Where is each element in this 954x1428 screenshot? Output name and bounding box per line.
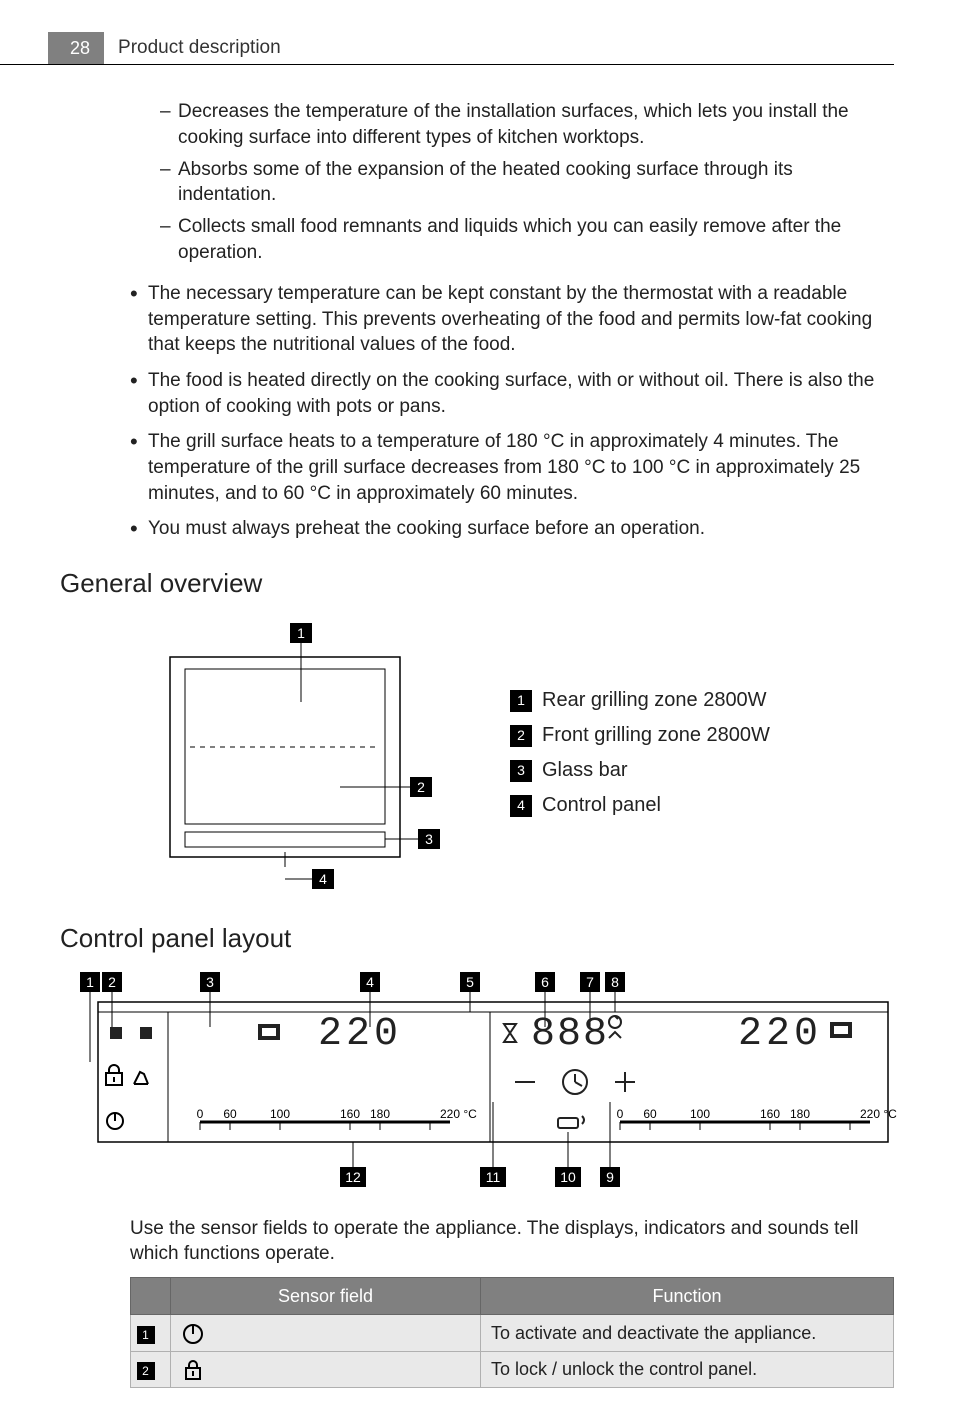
svg-text:100: 100 <box>270 1107 290 1121</box>
svg-text:100: 100 <box>690 1107 710 1121</box>
svg-text:7: 7 <box>586 974 594 990</box>
header-title: Product description <box>118 35 281 61</box>
svg-text:0: 0 <box>617 1107 624 1121</box>
lock-icon <box>181 1358 205 1382</box>
power-icon <box>181 1322 205 1346</box>
svg-text:4: 4 <box>319 871 327 887</box>
overview-legend: 1 Rear grilling zone 2800W 2 Front grillin… <box>510 687 770 827</box>
feature-sublist: Decreases the temperature of the install… <box>160 99 894 265</box>
svg-text:11: 11 <box>486 1169 501 1185</box>
section-control-panel: Control panel layout <box>60 921 894 956</box>
overview-diagram: 1 2 3 4 <box>130 617 450 897</box>
svg-text:0: 0 <box>197 1107 204 1121</box>
svg-text:180: 180 <box>370 1107 390 1121</box>
legend-label: Control panel <box>542 792 661 819</box>
legend-label: Rear grilling zone 2800W <box>542 687 767 714</box>
legend-badge: 4 <box>510 795 532 817</box>
table-header-function: Function <box>481 1278 894 1315</box>
svg-text:220: 220 <box>738 1012 822 1057</box>
table-intro-text: Use the sensor fields to operate the app… <box>130 1216 894 1267</box>
svg-text:1: 1 <box>297 625 305 641</box>
svg-text:160: 160 <box>760 1107 780 1121</box>
svg-text:5: 5 <box>466 974 474 990</box>
svg-text:888: 888 <box>531 1012 609 1057</box>
table-row: 1 To activate and deactivate the applian… <box>131 1315 894 1351</box>
svg-text:220: 220 <box>318 1012 402 1057</box>
legend-label: Front grilling zone 2800W <box>542 722 770 749</box>
mainlist-item: The necessary temperature can be kept co… <box>130 281 894 358</box>
svg-text:3: 3 <box>206 974 214 990</box>
svg-text:3: 3 <box>425 831 433 847</box>
svg-text:10: 10 <box>560 1169 576 1185</box>
svg-text:2: 2 <box>108 974 116 990</box>
svg-text:60: 60 <box>223 1107 237 1121</box>
sublist-item: Decreases the temperature of the install… <box>160 99 894 150</box>
feature-mainlist: The necessary temperature can be kept co… <box>130 281 894 542</box>
sublist-item: Collects small food remnants and liquids… <box>160 214 894 265</box>
legend-badge: 1 <box>510 690 532 712</box>
svg-text:220 °C: 220 °C <box>440 1107 477 1121</box>
page-header: 28 Product description <box>0 32 894 65</box>
mainlist-item: The grill surface heats to a temperature… <box>130 429 894 506</box>
svg-text:60: 60 <box>643 1107 657 1121</box>
page-number: 28 <box>48 32 104 64</box>
svg-text:9: 9 <box>606 1169 614 1185</box>
svg-text:180: 180 <box>790 1107 810 1121</box>
svg-text:2: 2 <box>417 779 425 795</box>
section-general-overview: General overview <box>60 566 894 601</box>
svg-text:8: 8 <box>611 974 619 990</box>
mainlist-item: You must always preheat the cooking surf… <box>130 516 894 542</box>
legend-label: Glass bar <box>542 757 628 784</box>
sublist-item: Absorbs some of the expansion of the hea… <box>160 157 894 208</box>
svg-text:160: 160 <box>340 1107 360 1121</box>
row-function: To lock / unlock the control panel. <box>481 1351 894 1387</box>
table-row: 2 To lock / unlock the control panel. <box>131 1351 894 1387</box>
row-badge: 2 <box>137 1362 155 1380</box>
legend-badge: 2 <box>510 725 532 747</box>
svg-text:1: 1 <box>86 974 94 990</box>
mainlist-item: The food is heated directly on the cooki… <box>130 368 894 419</box>
svg-text:4: 4 <box>366 974 374 990</box>
svg-text:6: 6 <box>541 974 549 990</box>
legend-item: 2 Front grilling zone 2800W <box>510 722 770 749</box>
svg-text:12: 12 <box>345 1169 361 1185</box>
sensor-function-table: Sensor field Function 1 To activate and … <box>130 1277 894 1388</box>
legend-badge: 3 <box>510 760 532 782</box>
table-header-sensor: Sensor field <box>171 1278 481 1315</box>
control-panel-diagram: 1 2 3 4 5 6 7 8 <box>60 972 900 1192</box>
row-function: To activate and deactivate the appliance… <box>481 1315 894 1351</box>
svg-text:220 °C: 220 °C <box>860 1107 897 1121</box>
row-badge: 1 <box>137 1326 155 1344</box>
legend-item: 1 Rear grilling zone 2800W <box>510 687 770 714</box>
legend-item: 3 Glass bar <box>510 757 770 784</box>
legend-item: 4 Control panel <box>510 792 770 819</box>
